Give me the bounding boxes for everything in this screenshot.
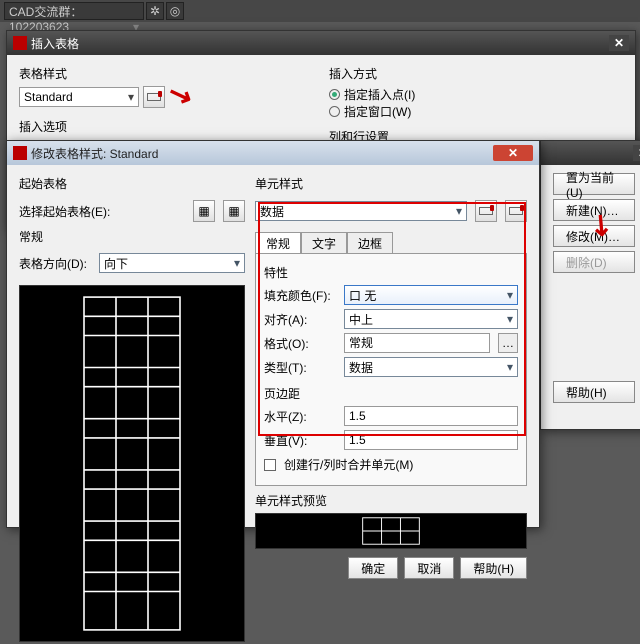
cell-style-label: 单元样式 (255, 175, 527, 192)
insert-window-radio[interactable]: 指定窗口(W) (329, 103, 623, 120)
start-table-label: 起始表格 (19, 175, 245, 192)
cell-preview-label: 单元样式预览 (255, 492, 527, 509)
autocad-icon (13, 36, 27, 50)
table-remove-icon: ▦ (228, 204, 239, 218)
insert-table-title: 插入表格 (31, 35, 79, 52)
style-manager-window: ✕ 置为当前(U) 新建(N)… 修改(M)… 删除(D) 帮助(H) (540, 140, 640, 430)
delete-style-button: 删除(D) (553, 251, 635, 273)
style-manager-titlebar[interactable]: ✕ (541, 141, 640, 165)
cad-group-field[interactable]: CAD交流群：102203623 ▾ (4, 2, 144, 20)
table-preview (19, 285, 245, 642)
edit-style-button[interactable] (143, 86, 165, 108)
ok-button[interactable]: 确定 (348, 557, 398, 579)
merge-label: 创建行/列时合并单元(M) (284, 456, 413, 473)
help-button[interactable]: 帮助(H) (460, 557, 527, 579)
radio-dot-icon (329, 106, 340, 117)
table-style-dropdown[interactable]: Standard (19, 87, 139, 107)
table-new-icon (147, 93, 161, 101)
table-preview-icon (20, 286, 244, 641)
modify-title: 修改表格样式: Standard (31, 145, 158, 162)
gear-icon[interactable]: ✲ (146, 2, 164, 20)
close-icon[interactable]: ✕ (633, 145, 640, 161)
general-label: 常规 (19, 228, 245, 245)
cell-style-preview (255, 513, 527, 549)
annotation-box (258, 202, 526, 436)
insert-table-titlebar[interactable]: 插入表格 ✕ (7, 31, 635, 55)
set-current-button[interactable]: 置为当前(U) (553, 173, 635, 195)
remove-table-button[interactable]: ▦ (223, 200, 245, 222)
radio-dot-icon (329, 89, 340, 100)
cell-preview-icon (256, 514, 526, 548)
cancel-button[interactable]: 取消 (404, 557, 454, 579)
autocad-icon (13, 146, 27, 160)
merge-checkbox[interactable] (264, 459, 276, 471)
modify-titlebar[interactable]: 修改表格样式: Standard ✕ (7, 141, 539, 165)
table-style-label: 表格样式 (19, 65, 309, 82)
table-pick-icon: ▦ (198, 204, 209, 218)
insert-point-radio[interactable]: 指定插入点(I) (329, 86, 623, 103)
table-dir-dropdown[interactable]: 向下 (99, 253, 245, 273)
target-icon[interactable]: ◎ (166, 2, 184, 20)
table-dir-label: 表格方向(D): (19, 255, 91, 272)
select-start-label: 选择起始表格(E): (19, 203, 185, 220)
pick-table-button[interactable]: ▦ (193, 200, 215, 222)
insert-method-label: 插入方式 (329, 65, 623, 82)
close-icon[interactable]: ✕ (609, 35, 629, 51)
close-icon[interactable]: ✕ (493, 145, 533, 161)
help-button[interactable]: 帮助(H) (553, 381, 635, 403)
insert-options-label: 插入选项 (19, 118, 309, 135)
